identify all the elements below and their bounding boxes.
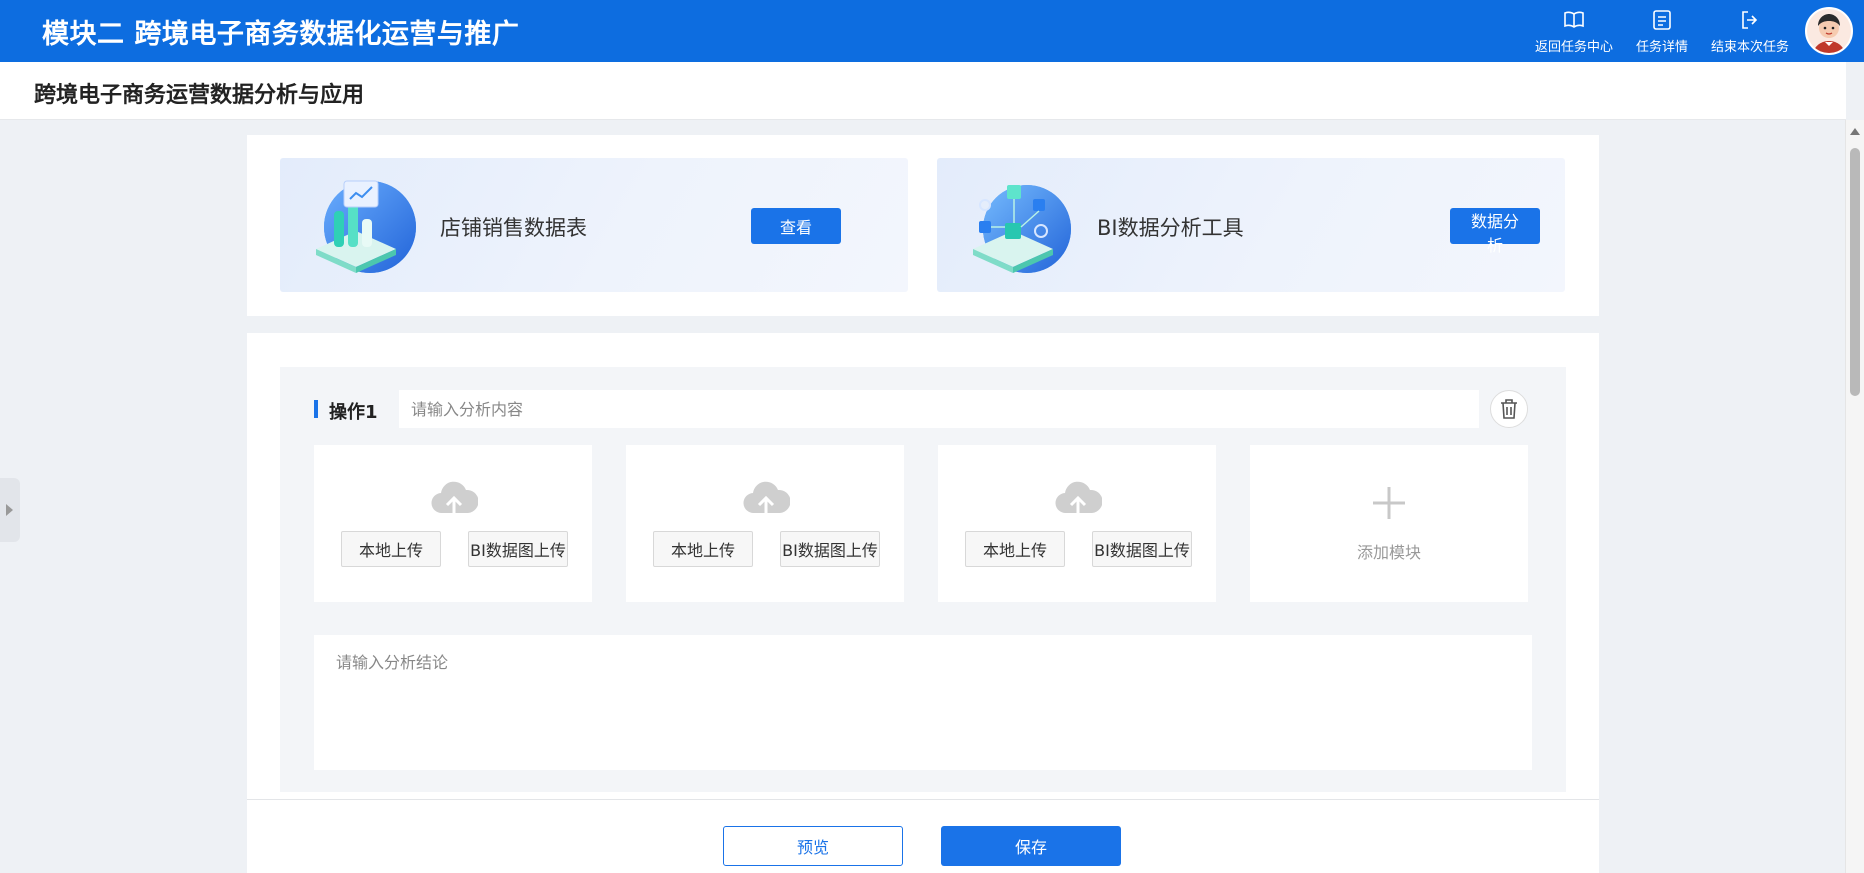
vertical-scrollbar[interactable] [1845,120,1864,873]
task-details-label: 任务详情 [1635,39,1688,55]
header-actions: 返回任务中心 任务详情 结束本次任务 [1530,0,1864,62]
bi-chart-upload-button[interactable]: BI数据图上传 [780,531,880,567]
sales-data-title: 店铺销售数据表 [440,216,587,240]
task-details-button[interactable]: 任务详情 [1618,0,1706,62]
add-module-label: 添加模块 [1356,543,1421,562]
cloud-upload-icon [431,481,478,517]
app-title: 模块二 跨境电子商务数据化运营与推广 [42,19,520,50]
cloud-upload-icon [743,481,790,517]
app-header: 模块二 跨境电子商务数据化运营与推广 返回任务中心 任务详情 结束本次任务 [0,0,1864,62]
local-upload-button[interactable]: 本地上传 [653,531,753,567]
add-module-button[interactable]: 添加模块 [1250,445,1528,602]
preview-button[interactable]: 预览 [723,826,903,866]
upload-slot-1: 本地上传 BI数据图上传 [314,445,592,602]
plus-icon [1373,487,1405,519]
analysis-content-input[interactable] [399,390,1479,428]
sales-data-illustration-icon [316,180,416,273]
bi-tool-illustration-icon [973,185,1071,273]
end-task-label: 结束本次任务 [1710,39,1789,55]
task-list-icon [1653,9,1671,30]
bi-chart-upload-button[interactable]: BI数据图上传 [468,531,568,567]
trash-icon [1501,399,1517,419]
upload-slot-2: 本地上传 BI数据图上传 [626,445,904,602]
local-upload-button[interactable]: 本地上传 [341,531,441,567]
analysis-conclusion-input[interactable] [314,635,1532,770]
page-header: 跨境电子商务运营数据分析与应用 [0,62,1846,120]
analysis-panel: 操作1 本地上传 BI数据图上传 本地上传 BI数据图上传 [247,333,1599,873]
return-task-center-label: 返回任务中心 [1534,39,1613,55]
upload-slot-3: 本地上传 BI数据图上传 [938,445,1216,602]
view-sales-data-button[interactable]: 查看 [751,208,841,244]
bi-chart-upload-button[interactable]: BI数据图上传 [1092,531,1192,567]
scrollbar-thumb[interactable] [1850,148,1860,396]
sidebar-expand-handle[interactable] [0,478,20,542]
end-task-button[interactable]: 结束本次任务 [1706,0,1794,62]
sales-data-card: 店铺销售数据表 查看 [280,158,908,292]
user-avatar-icon [1807,9,1851,53]
return-task-center-button[interactable]: 返回任务中心 [1530,0,1618,62]
book-icon [1564,11,1584,28]
operation-label: 操作1 [329,402,378,423]
cloud-upload-icon [1055,481,1102,517]
tools-panel: 店铺销售数据表 查看 BI数据分析工具 数据分析 [247,135,1599,316]
operation-block: 操作1 本地上传 BI数据图上传 本地上传 BI数据图上传 [280,367,1566,792]
exit-icon [1742,10,1758,29]
operation-label-marker [314,400,318,418]
avatar[interactable] [1805,7,1853,55]
footer-divider [247,799,1599,800]
bi-tool-card: BI数据分析工具 数据分析 [937,158,1565,292]
local-upload-button[interactable]: 本地上传 [965,531,1065,567]
page-title: 跨境电子商务运营数据分析与应用 [34,83,365,108]
scroll-up-icon[interactable] [1850,128,1860,135]
bi-tool-title: BI数据分析工具 [1097,216,1244,240]
save-button[interactable]: 保存 [941,826,1121,866]
data-analysis-button[interactable]: 数据分析 [1450,208,1540,255]
delete-operation-button[interactable] [1490,390,1528,428]
